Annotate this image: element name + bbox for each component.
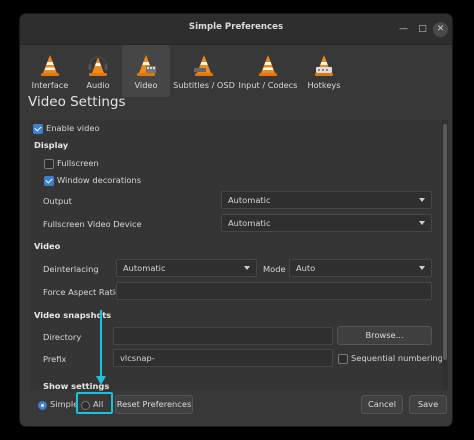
fullscreen-device-label: Fullscreen Video Device	[43, 219, 142, 229]
cone-input-icon	[259, 55, 277, 76]
page-title: Video Settings	[28, 94, 126, 110]
save-button[interactable]: Save	[409, 395, 447, 414]
tab-subtitles-osd[interactable]: Subtitles / OSD	[172, 45, 236, 97]
mode-dropdown[interactable]: Auto	[289, 259, 432, 277]
annotation-highlight-box	[76, 392, 113, 414]
cone-video-icon	[137, 55, 156, 76]
cone-headphones-icon	[88, 56, 108, 76]
tab-video[interactable]: Video	[122, 45, 170, 97]
fullscreen-device-dropdown[interactable]: Automatic	[221, 214, 432, 232]
cone-interface-icon	[41, 55, 59, 76]
directory-input[interactable]	[113, 327, 333, 345]
close-button[interactable]: ✕	[433, 22, 448, 37]
simple-label: Simple	[50, 399, 79, 409]
tab-hotkeys[interactable]: Hotkeys	[300, 45, 348, 97]
chevron-down-icon	[419, 266, 425, 270]
enable-video-label: Enable video	[46, 123, 100, 133]
sequential-numbering-label: Sequential numbering	[351, 353, 444, 363]
annotation-arrow-head	[96, 376, 106, 385]
window-title: Simple Preferences	[188, 22, 284, 32]
enable-video-checkbox[interactable]	[33, 124, 43, 134]
cone-subtitles-icon	[194, 55, 213, 76]
browse-button[interactable]: Browse...	[337, 326, 432, 345]
cancel-button[interactable]: Cancel	[361, 395, 403, 414]
scrollbar-thumb[interactable]	[443, 124, 447, 360]
deinterlacing-dropdown[interactable]: Automatic	[116, 259, 257, 277]
video-heading: Video	[34, 241, 61, 251]
tab-input-codecs[interactable]: Input / Codecs	[238, 45, 298, 97]
settings-panel: Enable video Display Fullscreen Window d…	[30, 120, 444, 390]
output-dropdown[interactable]: Automatic	[221, 191, 432, 209]
annotation-arrow-line	[100, 310, 102, 378]
aspect-ratio-input[interactable]	[116, 282, 432, 300]
aspect-ratio-label: Force Aspect Ratio	[43, 287, 121, 297]
display-heading: Display	[34, 140, 69, 150]
output-label: Output	[43, 196, 72, 206]
reset-preferences-button[interactable]: Reset Preferences	[115, 395, 193, 414]
simple-radio[interactable]	[38, 401, 47, 410]
mode-label: Mode	[263, 264, 286, 274]
settings-scrollbar[interactable]	[442, 120, 448, 390]
maximize-button[interactable]: □	[415, 22, 430, 37]
minimize-button[interactable]: —	[396, 22, 411, 37]
chevron-down-icon	[419, 221, 425, 225]
fullscreen-checkbox[interactable]	[44, 159, 54, 169]
chevron-down-icon	[244, 266, 250, 270]
deinterlacing-label: Deinterlacing	[43, 264, 99, 274]
prefix-label: Prefix	[43, 354, 67, 364]
tab-audio[interactable]: Audio	[74, 45, 122, 97]
window-decorations-label: Window decorations	[57, 175, 142, 185]
cone-hotkeys-icon	[315, 55, 333, 76]
preferences-window: Simple Preferences — □ ✕ Interface Audio	[20, 14, 452, 426]
chevron-down-icon	[419, 198, 425, 202]
directory-label: Directory	[43, 332, 82, 342]
window-decorations-checkbox[interactable]	[44, 176, 54, 186]
sequential-numbering-checkbox[interactable]	[338, 354, 348, 364]
tab-interface[interactable]: Interface	[26, 45, 74, 97]
category-toolbar: Interface Audio Video Subtitles / OSD In…	[20, 45, 452, 99]
prefix-input[interactable]: vlcsnap-	[113, 349, 333, 367]
fullscreen-label: Fullscreen	[57, 158, 99, 168]
title-bar: Simple Preferences — □ ✕	[20, 14, 452, 45]
